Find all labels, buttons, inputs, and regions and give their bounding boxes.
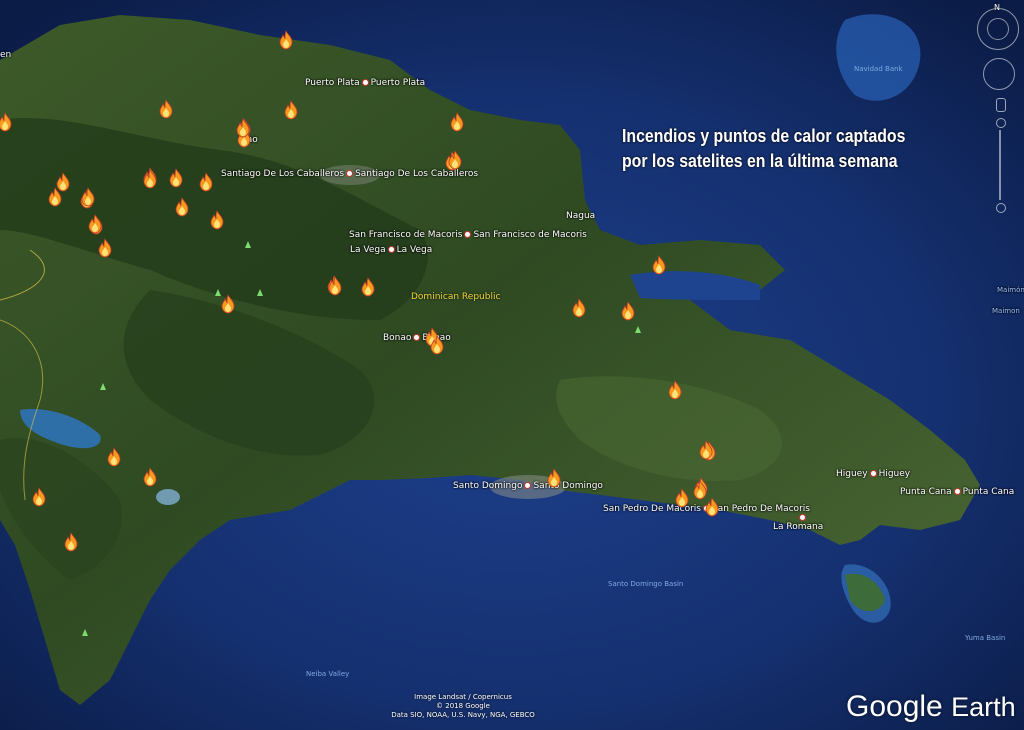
credit-line-3: Data SIO, NOAA, U.S. Navy, NGA, GEBCO — [391, 711, 535, 719]
city-marker-icon — [361, 79, 369, 86]
headline: Incendios y puntos de calor captados por… — [622, 124, 905, 174]
fire-icon[interactable] — [447, 150, 463, 170]
park-marker-icon[interactable] — [100, 383, 106, 390]
city-label-la-vega[interactable]: La Vega La Vega — [350, 245, 432, 255]
look-around-control[interactable] — [983, 58, 1015, 90]
fire-icon[interactable] — [209, 210, 225, 230]
fire-icon[interactable] — [571, 298, 587, 318]
fire-icon[interactable] — [667, 380, 683, 400]
city-marker-icon — [387, 246, 395, 253]
fire-icon[interactable] — [283, 100, 299, 120]
park-marker-icon[interactable] — [635, 326, 641, 333]
google-earth-logo: Google Earth — [846, 690, 1016, 723]
fire-icon[interactable] — [651, 255, 667, 275]
city-marker-icon — [346, 170, 354, 177]
fire-icon[interactable] — [449, 112, 465, 132]
fire-icon[interactable] — [327, 276, 343, 296]
compass-north-label: N — [994, 3, 1000, 12]
water-label-yuma-basin: Yuma Basin — [965, 634, 1006, 642]
city-label-nagua[interactable]: Nagua — [566, 211, 595, 221]
city-label-puerto-plata[interactable]: Puerto Plata Puerto Plata — [305, 78, 425, 88]
fire-icon[interactable] — [106, 447, 122, 467]
fire-icon[interactable] — [87, 214, 103, 234]
fire-icon[interactable] — [220, 294, 236, 314]
fire-icon[interactable] — [278, 30, 294, 50]
water-label-neiba-valley: Neiba Valley — [306, 670, 350, 678]
fire-icon[interactable] — [142, 169, 158, 189]
street-view-icon[interactable] — [996, 98, 1006, 112]
fire-icon[interactable] — [620, 301, 636, 321]
fire-icon[interactable] — [0, 112, 13, 132]
city-label-higuey[interactable]: Higuey Higuey — [836, 469, 910, 479]
city-marker-icon — [464, 231, 472, 238]
fire-icon[interactable] — [47, 187, 63, 207]
credit-line-1: Image Landsat / Copernicus — [414, 693, 512, 701]
fire-icon[interactable] — [168, 168, 184, 188]
fire-icon[interactable] — [31, 487, 47, 507]
fire-icon[interactable] — [158, 99, 174, 119]
zoom-slider[interactable] — [999, 130, 1001, 200]
fire-icon[interactable] — [80, 187, 96, 207]
label-maimon-2: Maimon — [992, 307, 1020, 315]
city-label-punta-cana[interactable]: Punta Cana Punta Cana — [900, 487, 1014, 497]
satellite-map[interactable]: Incendios y puntos de calor captados por… — [0, 0, 1024, 730]
fire-icon[interactable] — [235, 118, 251, 138]
headline-line-2: por los satelites en la última semana — [622, 151, 898, 171]
credit-line-2: © 2018 Google — [436, 702, 490, 710]
fire-icon[interactable] — [142, 467, 158, 487]
city-label-santo-domingo[interactable]: Santo Domingo Santo Domingo — [453, 481, 603, 491]
compass-control[interactable]: N — [977, 3, 1019, 50]
park-marker-icon[interactable] — [245, 241, 251, 248]
park-marker-icon[interactable] — [257, 289, 263, 296]
water-label-navidad-bank: Navidad Bank — [854, 65, 903, 73]
city-marker-icon — [799, 514, 806, 521]
map-imagery — [0, 0, 1024, 730]
compass-ring-icon — [987, 18, 1009, 40]
imagery-credits: Image Landsat / Copernicus © 2018 Google… — [368, 693, 558, 720]
fire-icon[interactable] — [174, 197, 190, 217]
fire-icon[interactable] — [63, 532, 79, 552]
city-label-la-romana[interactable]: La Romana — [773, 514, 823, 532]
fire-icon[interactable] — [97, 238, 113, 258]
fire-icon[interactable] — [692, 480, 708, 500]
city-marker-icon — [953, 488, 961, 495]
city-label-san-francisco[interactable]: San Francisco de Macoris San Francisco de… — [349, 230, 587, 240]
city-marker-icon — [413, 334, 421, 341]
city-label-santiago[interactable]: Santiago De Los Caballeros Santiago De Lo… — [221, 169, 478, 179]
fire-icon[interactable] — [429, 335, 445, 355]
fire-icon[interactable] — [360, 277, 376, 297]
zoom-in-button[interactable] — [996, 118, 1006, 128]
headline-line-1: Incendios y puntos de calor captados — [622, 126, 906, 146]
zoom-out-button[interactable] — [996, 203, 1006, 213]
city-label-partial[interactable]: en — [0, 50, 11, 60]
city-marker-icon — [869, 470, 877, 477]
fire-icon[interactable] — [546, 468, 562, 488]
park-marker-icon[interactable] — [82, 629, 88, 636]
fire-icon[interactable] — [198, 172, 214, 192]
water-label-santo-domingo-basin: Santo Domingo Basin — [608, 580, 684, 588]
fire-icon[interactable] — [674, 488, 690, 508]
city-marker-icon — [524, 482, 532, 489]
fire-icon[interactable] — [698, 440, 714, 460]
label-maimon-1: Maimón — [997, 286, 1024, 294]
country-label: Dominican Republic — [411, 292, 501, 302]
